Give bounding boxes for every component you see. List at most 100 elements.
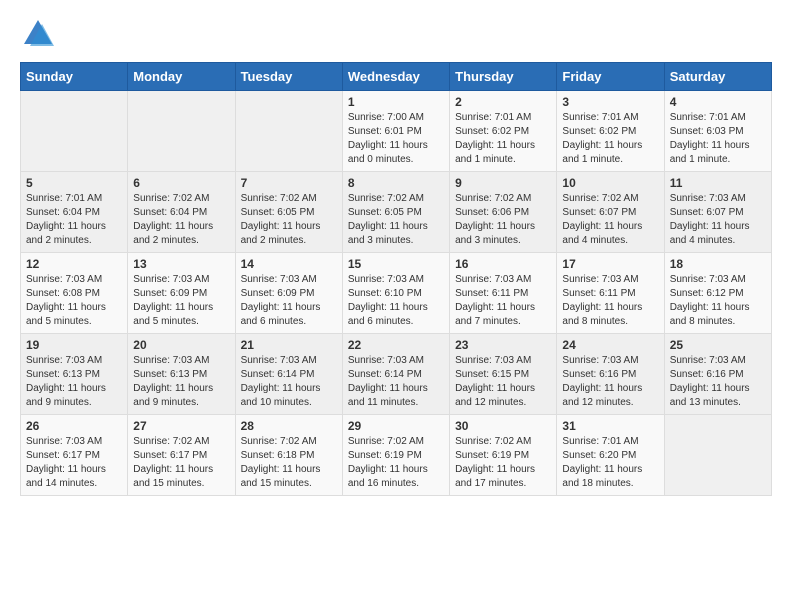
day-info: Sunrise: 7:03 AM Sunset: 6:14 PM Dayligh…: [348, 354, 444, 410]
calendar-cell: [664, 415, 771, 496]
day-number: 27: [133, 419, 229, 433]
day-number: 9: [455, 176, 551, 190]
calendar-day-header: Friday: [557, 63, 664, 91]
day-number: 19: [26, 338, 122, 352]
calendar-cell: 3Sunrise: 7:01 AM Sunset: 6:02 PM Daylig…: [557, 91, 664, 172]
day-info: Sunrise: 7:03 AM Sunset: 6:11 PM Dayligh…: [562, 273, 658, 329]
page: SundayMondayTuesdayWednesdayThursdayFrid…: [0, 0, 792, 516]
day-info: Sunrise: 7:02 AM Sunset: 6:07 PM Dayligh…: [562, 192, 658, 248]
day-info: Sunrise: 7:01 AM Sunset: 6:03 PM Dayligh…: [670, 111, 766, 167]
day-number: 22: [348, 338, 444, 352]
day-number: 7: [241, 176, 337, 190]
day-info: Sunrise: 7:03 AM Sunset: 6:13 PM Dayligh…: [26, 354, 122, 410]
day-number: 21: [241, 338, 337, 352]
day-info: Sunrise: 7:02 AM Sunset: 6:06 PM Dayligh…: [455, 192, 551, 248]
calendar-cell: 27 Sunrise: 7:02 AM Sunset: 6:17 PM Dayli…: [128, 415, 235, 496]
day-info: Sunrise: 7:03 AM Sunset: 6:15 PM Dayligh…: [455, 354, 551, 410]
day-number: 12: [26, 257, 122, 271]
day-number: 30: [455, 419, 551, 433]
calendar-cell: 21 Sunrise: 7:03 AM Sunset: 6:14 PM Dayli…: [235, 334, 342, 415]
calendar-day-header: Sunday: [21, 63, 128, 91]
day-info: Sunrise: 7:03 AM Sunset: 6:13 PM Dayligh…: [133, 354, 229, 410]
calendar-cell: 1 Sunrise: 7:00 AM Sunset: 6:01 PM Daylig…: [342, 91, 449, 172]
day-number: 23: [455, 338, 551, 352]
day-number: 28: [241, 419, 337, 433]
day-number: 16: [455, 257, 551, 271]
day-info: Sunrise: 7:01 AM Sunset: 6:04 PM Dayligh…: [26, 192, 122, 248]
calendar-cell: 14 Sunrise: 7:03 AM Sunset: 6:09 PM Dayli…: [235, 253, 342, 334]
calendar-cell: 9 Sunrise: 7:02 AM Sunset: 6:06 PM Daylig…: [450, 172, 557, 253]
calendar-cell: 30 Sunrise: 7:02 AM Sunset: 6:19 PM Dayli…: [450, 415, 557, 496]
day-info: Sunrise: 7:02 AM Sunset: 6:19 PM Dayligh…: [348, 435, 444, 491]
calendar-cell: 4 Sunrise: 7:01 AM Sunset: 6:03 PM Daylig…: [664, 91, 771, 172]
calendar-week-row: 26Sunrise: 7:03 AM Sunset: 6:17 PM Dayli…: [21, 415, 772, 496]
calendar-cell: [128, 91, 235, 172]
calendar-cell: [21, 91, 128, 172]
day-number: 31: [562, 419, 658, 433]
day-info: Sunrise: 7:01 AM Sunset: 6:20 PM Dayligh…: [562, 435, 658, 491]
calendar-cell: 6Sunrise: 7:02 AM Sunset: 6:04 PM Daylig…: [128, 172, 235, 253]
day-number: 18: [670, 257, 766, 271]
calendar-cell: 28Sunrise: 7:02 AM Sunset: 6:18 PM Dayli…: [235, 415, 342, 496]
calendar-day-header: Saturday: [664, 63, 771, 91]
day-info: Sunrise: 7:03 AM Sunset: 6:10 PM Dayligh…: [348, 273, 444, 329]
calendar-day-header: Monday: [128, 63, 235, 91]
calendar-cell: 24Sunrise: 7:03 AM Sunset: 6:16 PM Dayli…: [557, 334, 664, 415]
calendar-cell: 26Sunrise: 7:03 AM Sunset: 6:17 PM Dayli…: [21, 415, 128, 496]
calendar-cell: 11 Sunrise: 7:03 AM Sunset: 6:07 PM Dayli…: [664, 172, 771, 253]
day-number: 20: [133, 338, 229, 352]
day-number: 6: [133, 176, 229, 190]
day-number: 24: [562, 338, 658, 352]
header: [20, 16, 772, 52]
calendar-day-header: Tuesday: [235, 63, 342, 91]
day-info: Sunrise: 7:02 AM Sunset: 6:17 PM Dayligh…: [133, 435, 229, 491]
calendar-cell: 17Sunrise: 7:03 AM Sunset: 6:11 PM Dayli…: [557, 253, 664, 334]
day-info: Sunrise: 7:01 AM Sunset: 6:02 PM Dayligh…: [455, 111, 551, 167]
day-number: 5: [26, 176, 122, 190]
day-number: 2: [455, 95, 551, 109]
day-number: 11: [670, 176, 766, 190]
calendar-cell: 13 Sunrise: 7:03 AM Sunset: 6:09 PM Dayli…: [128, 253, 235, 334]
calendar-cell: 23 Sunrise: 7:03 AM Sunset: 6:15 PM Dayli…: [450, 334, 557, 415]
calendar-cell: 19 Sunrise: 7:03 AM Sunset: 6:13 PM Dayli…: [21, 334, 128, 415]
calendar-cell: 22 Sunrise: 7:03 AM Sunset: 6:14 PM Dayli…: [342, 334, 449, 415]
logo: [20, 16, 60, 52]
day-info: Sunrise: 7:03 AM Sunset: 6:11 PM Dayligh…: [455, 273, 551, 329]
calendar-cell: 15Sunrise: 7:03 AM Sunset: 6:10 PM Dayli…: [342, 253, 449, 334]
day-info: Sunrise: 7:02 AM Sunset: 6:19 PM Dayligh…: [455, 435, 551, 491]
calendar-cell: 10 Sunrise: 7:02 AM Sunset: 6:07 PM Dayli…: [557, 172, 664, 253]
day-number: 29: [348, 419, 444, 433]
calendar-cell: 18 Sunrise: 7:03 AM Sunset: 6:12 PM Dayli…: [664, 253, 771, 334]
calendar-cell: 20 Sunrise: 7:03 AM Sunset: 6:13 PM Dayli…: [128, 334, 235, 415]
calendar-cell: 12 Sunrise: 7:03 AM Sunset: 6:08 PM Dayli…: [21, 253, 128, 334]
calendar-table: SundayMondayTuesdayWednesdayThursdayFrid…: [20, 62, 772, 496]
day-info: Sunrise: 7:00 AM Sunset: 6:01 PM Dayligh…: [348, 111, 444, 167]
logo-icon: [20, 16, 56, 52]
day-number: 4: [670, 95, 766, 109]
day-number: 14: [241, 257, 337, 271]
calendar-cell: 16 Sunrise: 7:03 AM Sunset: 6:11 PM Dayli…: [450, 253, 557, 334]
calendar-header-row: SundayMondayTuesdayWednesdayThursdayFrid…: [21, 63, 772, 91]
day-info: Sunrise: 7:03 AM Sunset: 6:09 PM Dayligh…: [133, 273, 229, 329]
calendar-cell: [235, 91, 342, 172]
day-info: Sunrise: 7:03 AM Sunset: 6:14 PM Dayligh…: [241, 354, 337, 410]
calendar-cell: 7Sunrise: 7:02 AM Sunset: 6:05 PM Daylig…: [235, 172, 342, 253]
day-info: Sunrise: 7:03 AM Sunset: 6:07 PM Dayligh…: [670, 192, 766, 248]
calendar-cell: 25Sunrise: 7:03 AM Sunset: 6:16 PM Dayli…: [664, 334, 771, 415]
day-info: Sunrise: 7:03 AM Sunset: 6:09 PM Dayligh…: [241, 273, 337, 329]
day-number: 10: [562, 176, 658, 190]
day-info: Sunrise: 7:03 AM Sunset: 6:08 PM Dayligh…: [26, 273, 122, 329]
day-number: 1: [348, 95, 444, 109]
calendar-week-row: 1 Sunrise: 7:00 AM Sunset: 6:01 PM Daylig…: [21, 91, 772, 172]
calendar-week-row: 5 Sunrise: 7:01 AM Sunset: 6:04 PM Daylig…: [21, 172, 772, 253]
day-number: 26: [26, 419, 122, 433]
day-info: Sunrise: 7:03 AM Sunset: 6:12 PM Dayligh…: [670, 273, 766, 329]
calendar-cell: 31 Sunrise: 7:01 AM Sunset: 6:20 PM Dayli…: [557, 415, 664, 496]
day-number: 8: [348, 176, 444, 190]
day-number: 25: [670, 338, 766, 352]
day-number: 13: [133, 257, 229, 271]
calendar-week-row: 12 Sunrise: 7:03 AM Sunset: 6:08 PM Dayli…: [21, 253, 772, 334]
day-info: Sunrise: 7:01 AM Sunset: 6:02 PM Dayligh…: [562, 111, 658, 167]
calendar-day-header: Thursday: [450, 63, 557, 91]
calendar-cell: 8Sunrise: 7:02 AM Sunset: 6:05 PM Daylig…: [342, 172, 449, 253]
